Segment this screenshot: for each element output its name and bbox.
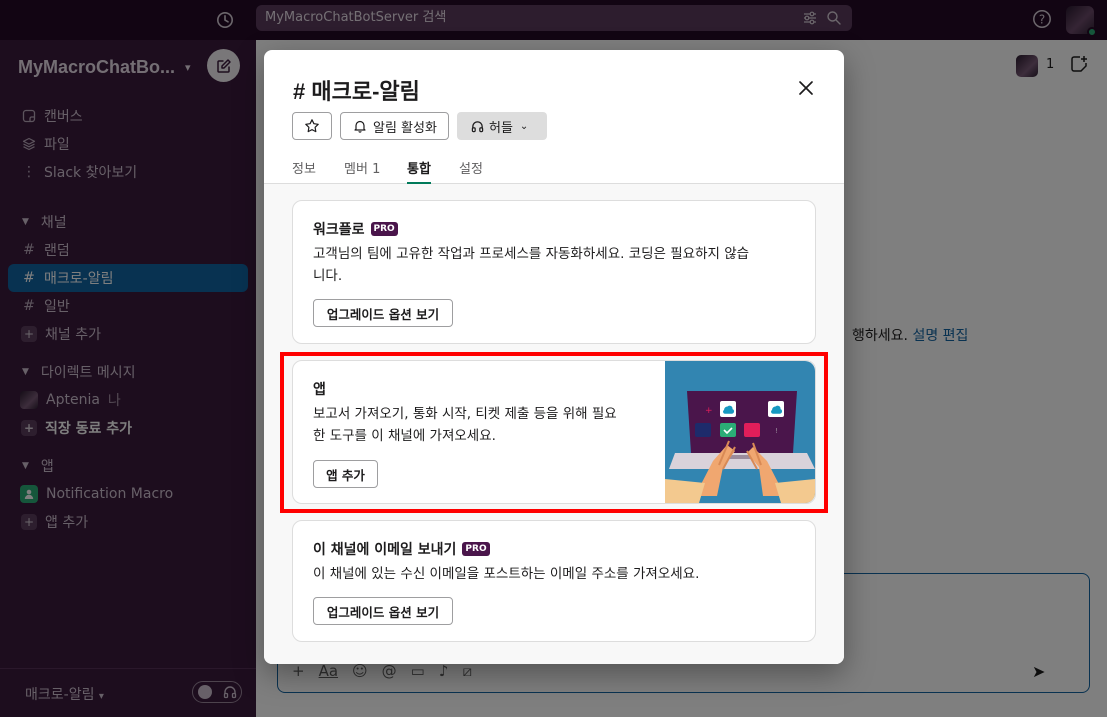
modal-title: # 매크로-알림 bbox=[293, 79, 420, 104]
huddle-button[interactable]: 허들 ⌄ bbox=[457, 112, 547, 140]
workflow-description-line: 고객님의 팀에 고유한 작업과 프로세스를 자동화하세요. 코딩은 필요하지 않… bbox=[313, 246, 750, 262]
pro-badge: PRO bbox=[370, 222, 398, 236]
chevron-down-icon: ⌄ bbox=[519, 120, 529, 132]
workflow-title-text: 워크플로 bbox=[313, 222, 365, 238]
tab-members[interactable]: 멤버 1 bbox=[344, 158, 380, 184]
email-title-text: 이 채널에 이메일 보내기 bbox=[313, 542, 457, 558]
tab-members-label: 멤버 bbox=[344, 162, 368, 177]
bell-icon bbox=[354, 120, 366, 133]
enable-notifications-button[interactable]: 알림 활성화 bbox=[340, 112, 449, 140]
highlight-box bbox=[280, 352, 828, 513]
huddle-label: 허들 bbox=[489, 120, 513, 136]
modal-tabs: 정보 멤버 1 통합 설정 bbox=[264, 148, 844, 184]
headphones-icon bbox=[471, 120, 484, 132]
notify-label: 알림 활성화 bbox=[373, 120, 437, 136]
pro-badge: PRO bbox=[462, 542, 490, 556]
workflow-title: 워크플로 PRO bbox=[313, 219, 398, 239]
workflow-upgrade-button[interactable]: 업그레이드 옵션 보기 bbox=[313, 299, 453, 327]
star-icon bbox=[305, 119, 319, 133]
star-channel-button[interactable] bbox=[292, 112, 332, 140]
email-card: 이 채널에 이메일 보내기 PRO 이 채널에 있는 수신 이메일을 포스트하는… bbox=[292, 520, 816, 642]
tab-settings[interactable]: 설정 bbox=[459, 158, 483, 184]
workflow-description-line: 니다. bbox=[313, 268, 343, 284]
workflow-card: 워크플로 PRO 고객님의 팀에 고유한 작업과 프로세스를 자동화하세요. 코… bbox=[292, 200, 816, 344]
workflow-description: 고객님의 팀에 고유한 작업과 프로세스를 자동화하세요. 코딩은 필요하지 않… bbox=[313, 243, 749, 287]
email-upgrade-button[interactable]: 업그레이드 옵션 보기 bbox=[313, 597, 453, 625]
close-icon[interactable] bbox=[795, 77, 817, 99]
email-title: 이 채널에 이메일 보내기 PRO bbox=[313, 539, 490, 559]
tab-members-count: 1 bbox=[372, 162, 381, 177]
tab-integrations[interactable]: 통합 bbox=[407, 158, 431, 184]
email-description: 이 채널에 있는 수신 이메일을 포스트하는 이메일 주소를 가져오세요. bbox=[313, 566, 700, 582]
tab-info[interactable]: 정보 bbox=[292, 158, 316, 184]
